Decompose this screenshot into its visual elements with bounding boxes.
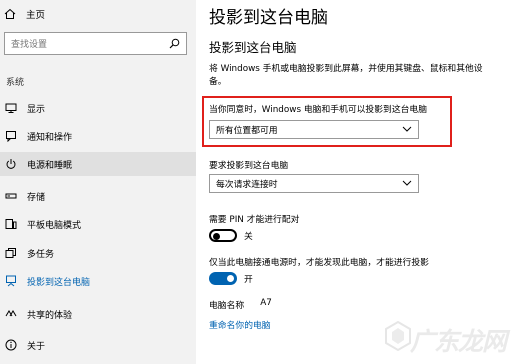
sidebar-item-label: 通知和操作 [27, 132, 73, 143]
tablet-icon [5, 218, 17, 230]
sidebar-item-storage[interactable]: 存储 [0, 185, 196, 207]
permission-label: 当你同意时，Windows 电脑和手机可以投影到这台电脑 [209, 105, 428, 115]
sidebar-item-project-to-pc[interactable]: 投影到这台电脑 [0, 270, 196, 292]
section-title: 投影到这台电脑 [209, 40, 297, 55]
chevron-down-icon [402, 179, 412, 189]
sidebar-item-label: 多任务 [27, 249, 55, 260]
sidebar-item-label: 显示 [27, 104, 46, 115]
monitor-icon [5, 102, 17, 114]
project-icon [5, 275, 17, 287]
info-icon [5, 339, 17, 351]
sidebar-item-label: 共享的体验 [27, 310, 73, 321]
power-toggle-state: 开 [244, 275, 253, 285]
sidebar-item-notifications[interactable]: 通知和操作 [0, 125, 196, 147]
pin-toggle[interactable] [209, 229, 237, 242]
settings-sidebar: 主页 查找设置 系统 显示 通知和操作 电源和睡眠 存储 平板电脑模式 多任务 … [0, 0, 196, 364]
pc-name-value: A7 [260, 298, 272, 308]
power-toggle-row: 开 [209, 272, 253, 285]
watermark-text: 广东龙网 [410, 327, 507, 356]
home-label: 主页 [26, 10, 46, 21]
toggle-knob [227, 275, 234, 282]
sidebar-item-label: 平板电脑模式 [27, 220, 82, 231]
multitask-icon [5, 247, 17, 259]
settings-main: 投影到这台电脑 投影到这台电脑 将 Windows 手机或电脑投影到此屏幕，并使… [196, 0, 515, 364]
sidebar-item-label: 投影到这台电脑 [27, 277, 91, 288]
power-toggle[interactable] [209, 272, 237, 285]
pin-toggle-state: 关 [244, 232, 253, 242]
home-icon [4, 8, 16, 20]
search-input[interactable]: 查找设置 [4, 32, 187, 55]
sidebar-item-power[interactable]: 电源和睡眠 [0, 152, 196, 176]
page-title: 投影到这台电脑 [209, 8, 328, 28]
power-icon [5, 158, 17, 170]
rename-pc-link[interactable]: 重命名你的电脑 [209, 318, 271, 331]
permission-dropdown-value: 所有位置都可用 [216, 126, 278, 136]
sidebar-item-shared-experiences[interactable]: 共享的体验 [0, 303, 196, 325]
pc-name-row: 电脑名称 A7 [209, 298, 272, 311]
sidebar-item-label: 存储 [27, 192, 46, 203]
chevron-down-icon [402, 125, 412, 135]
sidebar-item-multitasking[interactable]: 多任务 [0, 242, 196, 264]
notification-icon [5, 130, 17, 142]
sidebar-item-tablet-mode[interactable]: 平板电脑模式 [0, 213, 196, 235]
watermark-logo-icon [385, 320, 411, 352]
power-label: 仅当此电脑接通电源时，才能发现此电脑，才能进行投影 [209, 258, 429, 268]
ask-label: 要求投影到这台电脑 [209, 161, 289, 171]
pc-name-label: 电脑名称 [209, 301, 245, 311]
search-placeholder: 查找设置 [11, 40, 48, 50]
sidebar-item-about[interactable]: 关于 [0, 334, 196, 356]
section-label-system: 系统 [6, 78, 25, 88]
sidebar-item-display[interactable]: 显示 [0, 97, 196, 119]
pin-toggle-row: 关 [209, 229, 253, 242]
description-text: 将 Windows 手机或电脑投影到此屏幕，并使用其键盘、鼠标和其他设备。 [209, 64, 483, 87]
search-icon[interactable] [169, 34, 180, 53]
permission-dropdown[interactable]: 所有位置都可用 [209, 120, 419, 139]
toggle-knob [213, 232, 220, 240]
ask-dropdown-value: 每次请求连接时 [216, 180, 278, 190]
ask-dropdown[interactable]: 每次请求连接时 [209, 174, 419, 193]
shared-icon [5, 308, 17, 320]
storage-icon [5, 190, 17, 202]
sidebar-item-label: 电源和睡眠 [27, 160, 73, 171]
sidebar-item-label: 关于 [27, 341, 46, 352]
home-nav-item[interactable]: 主页 [4, 5, 45, 23]
pin-label: 需要 PIN 才能进行配对 [209, 215, 300, 225]
